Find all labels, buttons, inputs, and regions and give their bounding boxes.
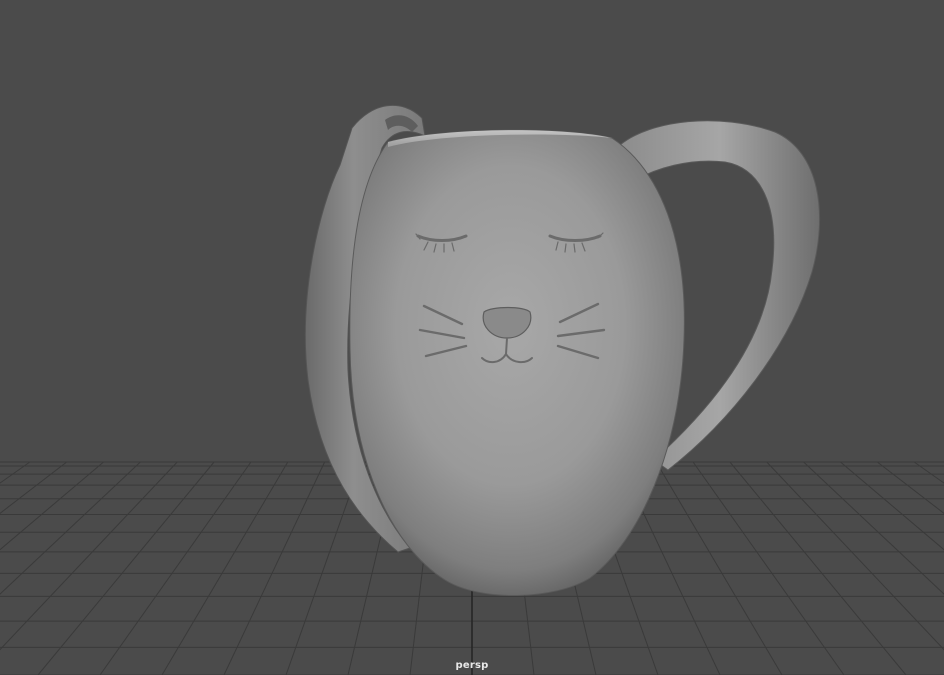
grid-line <box>0 461 104 551</box>
grid-line <box>99 461 252 675</box>
grid-line <box>803 461 944 595</box>
camera-name-label: persp <box>455 660 489 671</box>
grid-line <box>0 461 141 595</box>
grid-line <box>692 461 845 675</box>
grid-line <box>223 461 326 675</box>
grid-line <box>0 461 68 514</box>
grid-line <box>655 461 783 675</box>
grid-line <box>37 461 215 675</box>
grid-line <box>729 461 907 675</box>
viewport-scene[interactable] <box>0 0 944 675</box>
grid-line <box>840 461 944 551</box>
grid-line <box>876 461 944 514</box>
grid-line <box>161 461 289 675</box>
mug-body <box>349 129 685 597</box>
perspective-viewport[interactable]: persp <box>0 0 944 675</box>
